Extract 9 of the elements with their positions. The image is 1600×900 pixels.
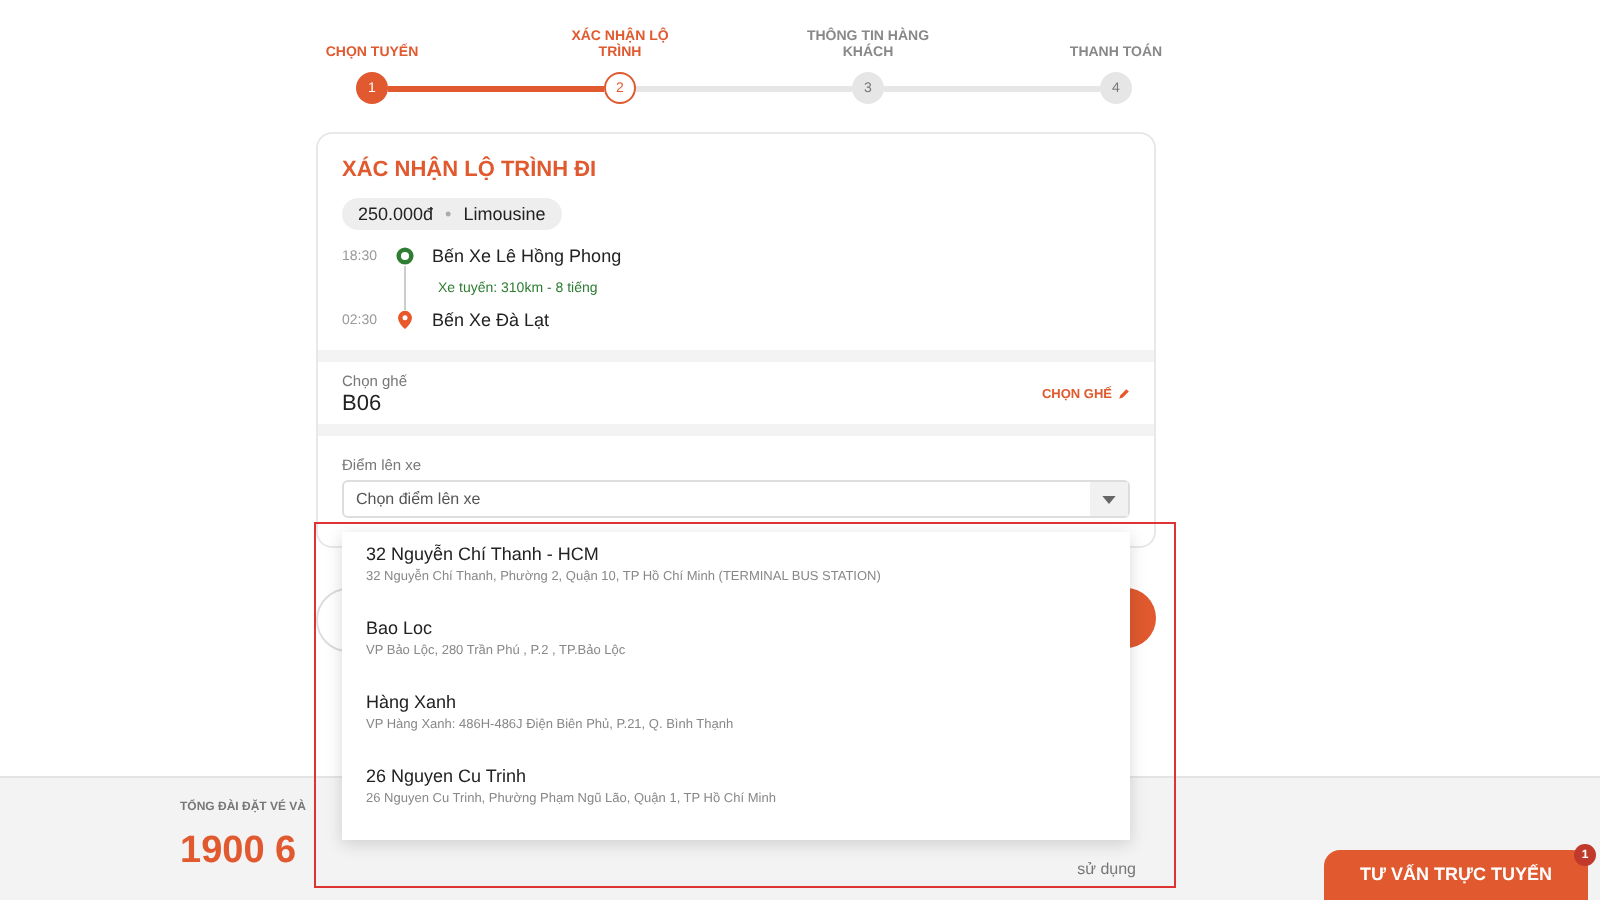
stop-name: Bến Xe Lê Hồng Phong — [432, 246, 622, 266]
seat-value: B06 — [342, 392, 384, 416]
card-title: XÁC NHẬN LỘ TRÌNH ĐI — [342, 158, 599, 182]
stop-name: Bến Xe Đà Lạt — [432, 310, 550, 330]
vehicle-type: Limousine — [463, 204, 546, 224]
footer-text: sử dụng — [1077, 860, 1136, 882]
separator-dot: • — [445, 204, 452, 224]
price-text: 250.000đ — [358, 204, 434, 224]
hotline-number: 1900 6 — [180, 830, 299, 874]
